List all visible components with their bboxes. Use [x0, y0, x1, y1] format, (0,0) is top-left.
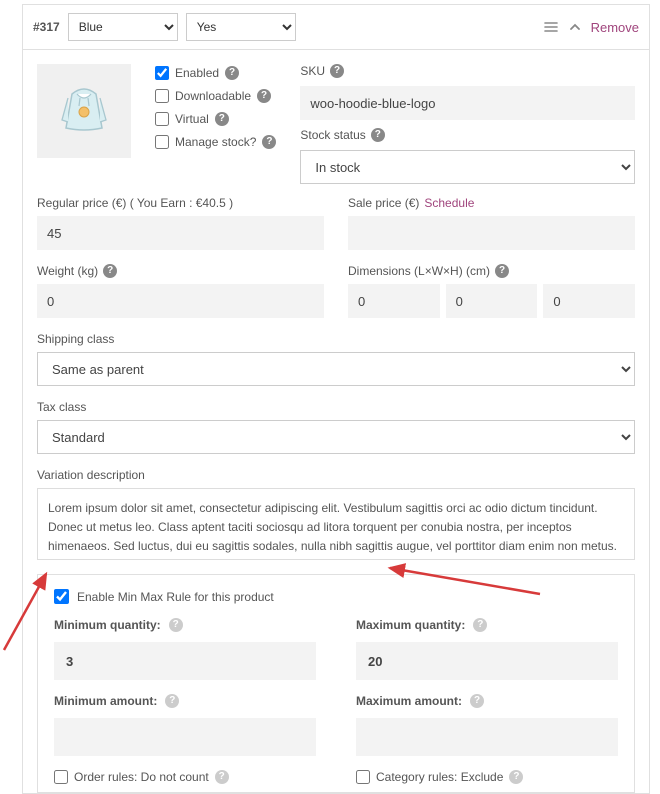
help-icon[interactable]: ?: [495, 264, 509, 278]
help-icon[interactable]: ?: [509, 770, 523, 784]
enabled-checkbox[interactable]: [155, 66, 169, 80]
downloadable-checkbox[interactable]: [155, 89, 169, 103]
enable-minmax-checkbox[interactable]: [54, 589, 69, 604]
min-qty-input[interactable]: [54, 642, 316, 680]
max-qty-label: Maximum quantity: ?: [356, 618, 618, 632]
help-icon[interactable]: ?: [473, 618, 487, 632]
variation-id: #317: [33, 20, 60, 34]
manage-stock-checkbox[interactable]: [155, 135, 169, 149]
enabled-label: Enabled: [175, 66, 219, 80]
dimension-height-input[interactable]: [543, 284, 635, 318]
collapse-icon[interactable]: [567, 19, 583, 35]
attribute-logo-select[interactable]: Yes: [186, 13, 296, 41]
max-qty-input[interactable]: [356, 642, 618, 680]
help-icon[interactable]: ?: [330, 64, 344, 78]
shipping-class-select[interactable]: Same as parent: [37, 352, 635, 386]
downloadable-checkbox-row[interactable]: Downloadable ?: [155, 89, 276, 103]
shipping-class-label: Shipping class: [37, 332, 635, 346]
virtual-checkbox-row[interactable]: Virtual ?: [155, 112, 276, 126]
tax-class-select[interactable]: Standard: [37, 420, 635, 454]
remove-variation-link[interactable]: Remove: [591, 20, 639, 35]
weight-label: Weight (kg) ?: [37, 264, 324, 278]
help-icon[interactable]: ?: [225, 66, 239, 80]
dimensions-label: Dimensions (L×W×H) (cm) ?: [348, 264, 635, 278]
help-icon[interactable]: ?: [215, 112, 229, 126]
help-icon[interactable]: ?: [169, 618, 183, 632]
help-icon[interactable]: ?: [165, 694, 179, 708]
stock-status-select[interactable]: In stock: [300, 150, 635, 184]
min-amt-input[interactable]: [54, 718, 316, 756]
variation-description-label: Variation description: [37, 468, 635, 482]
help-icon[interactable]: ?: [257, 89, 271, 103]
virtual-label: Virtual: [175, 112, 209, 126]
downloadable-label: Downloadable: [175, 89, 251, 103]
enable-minmax-label: Enable Min Max Rule for this product: [77, 590, 274, 604]
virtual-checkbox[interactable]: [155, 112, 169, 126]
enabled-checkbox-row[interactable]: Enabled ?: [155, 66, 276, 80]
max-amt-input[interactable]: [356, 718, 618, 756]
category-rules-row[interactable]: Category rules: Exclude ?: [356, 770, 618, 784]
variation-description-textarea[interactable]: [37, 488, 635, 560]
attribute-color-select[interactable]: Blue: [68, 13, 178, 41]
variation-header: #317 Blue Yes Remove: [23, 5, 649, 50]
variation-thumbnail[interactable]: [37, 64, 131, 158]
schedule-link[interactable]: Schedule: [424, 196, 474, 210]
max-amt-label: Maximum amount: ?: [356, 694, 618, 708]
manage-stock-label: Manage stock?: [175, 135, 256, 149]
dimension-width-input[interactable]: [446, 284, 538, 318]
category-rules-checkbox[interactable]: [356, 770, 370, 784]
enable-minmax-row[interactable]: Enable Min Max Rule for this product: [54, 589, 618, 604]
help-icon[interactable]: ?: [470, 694, 484, 708]
dimension-length-input[interactable]: [348, 284, 440, 318]
order-rules-checkbox[interactable]: [54, 770, 68, 784]
tax-class-label: Tax class: [37, 400, 635, 414]
sale-price-input[interactable]: [348, 216, 635, 250]
min-qty-label: Minimum quantity: ?: [54, 618, 316, 632]
stock-status-label: Stock status ?: [300, 128, 635, 142]
help-icon[interactable]: ?: [262, 135, 276, 149]
weight-input[interactable]: [37, 284, 324, 318]
help-icon[interactable]: ?: [371, 128, 385, 142]
regular-price-label: Regular price (€) ( You Earn : €40.5 ): [37, 196, 324, 210]
manage-stock-checkbox-row[interactable]: Manage stock? ?: [155, 135, 276, 149]
sku-label: SKU ?: [300, 64, 635, 78]
sale-price-label: Sale price (€) Schedule: [348, 196, 635, 210]
order-rules-row[interactable]: Order rules: Do not count ?: [54, 770, 316, 784]
sku-input[interactable]: [300, 86, 635, 120]
minmax-box: Enable Min Max Rule for this product Min…: [37, 574, 635, 793]
regular-price-input[interactable]: [37, 216, 324, 250]
min-amt-label: Minimum amount: ?: [54, 694, 316, 708]
menu-icon[interactable]: [543, 19, 559, 35]
help-icon[interactable]: ?: [215, 770, 229, 784]
category-rules-label: Category rules: Exclude: [376, 770, 503, 784]
help-icon[interactable]: ?: [103, 264, 117, 278]
order-rules-label: Order rules: Do not count: [74, 770, 209, 784]
